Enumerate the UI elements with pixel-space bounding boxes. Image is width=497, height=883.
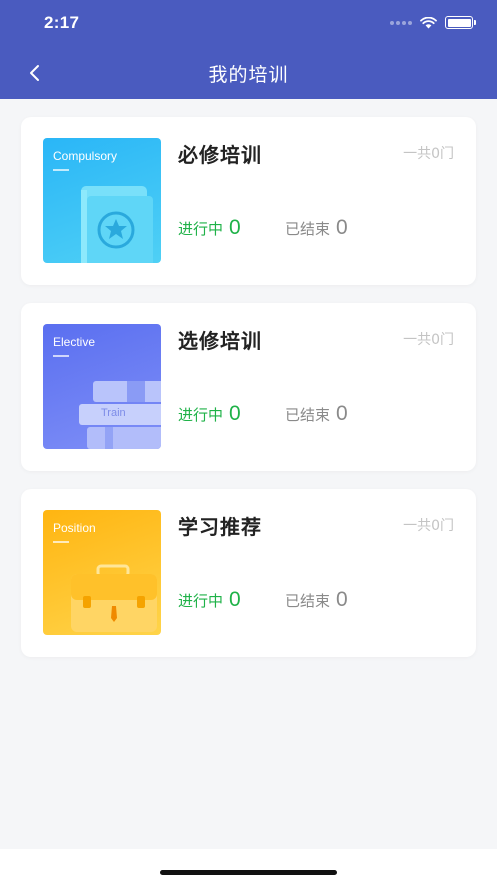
compulsory-book-image: Compulsory [43,138,161,263]
header: 2:17 我的培训 [0,0,497,99]
wifi-icon [420,16,437,28]
stat-ended-label: 已结束 [285,220,331,238]
stat-active-count: 0 [229,402,241,425]
nav-bar: 我的培训 [0,48,497,99]
stat-ended: 已结束 0 [285,402,348,426]
card-total: 一共0门 [403,146,454,162]
position-briefcase-image: Position [43,510,161,635]
stat-active: 进行中 0 [178,216,241,240]
stat-ended-label: 已结束 [285,406,331,424]
home-bar-area [0,849,497,883]
elective-books-image: Train Elective [43,324,161,449]
page-title: 我的培训 [208,64,289,86]
stat-active-count: 0 [229,588,241,611]
stat-active-count: 0 [229,216,241,239]
image-tag: Elective [53,335,96,349]
card-title: 必修培训 [178,143,262,167]
stat-active-label: 进行中 [178,592,224,610]
card-title: 学习推荐 [178,515,262,539]
status-time: 2:17 [44,13,80,32]
stat-active-label: 进行中 [178,220,224,238]
stat-ended-count: 0 [336,216,348,239]
training-card-position[interactable]: Position 学习推荐 一共0门 进行中 0 已结束 0 [21,489,476,657]
battery-icon [445,16,476,29]
stat-active: 进行中 0 [178,402,241,426]
stat-ended: 已结束 0 [285,216,348,240]
image-tag: Position [53,521,96,535]
stat-ended: 已结束 0 [285,588,348,612]
image-tag: Compulsory [53,149,118,163]
stat-ended-label: 已结束 [285,592,331,610]
stat-ended-count: 0 [336,402,348,425]
stat-ended-count: 0 [336,588,348,611]
signal-icon [390,20,412,25]
stat-active-label: 进行中 [178,406,224,424]
status-icons [390,16,476,29]
card-total: 一共0门 [403,332,454,348]
card-title: 选修培训 [178,329,262,353]
stat-active: 进行中 0 [178,588,241,612]
training-card-compulsory[interactable]: Compulsory 必修培训 一共0门 进行中 0 已结束 0 [21,117,476,285]
status-bar: 2:17 [0,0,497,48]
card-total: 一共0门 [403,518,454,534]
training-card-elective[interactable]: Train Elective 选修培训 一共0门 进行中 0 已结束 0 [21,303,476,471]
image-train-text: Train [101,407,126,419]
home-indicator[interactable] [160,870,337,875]
